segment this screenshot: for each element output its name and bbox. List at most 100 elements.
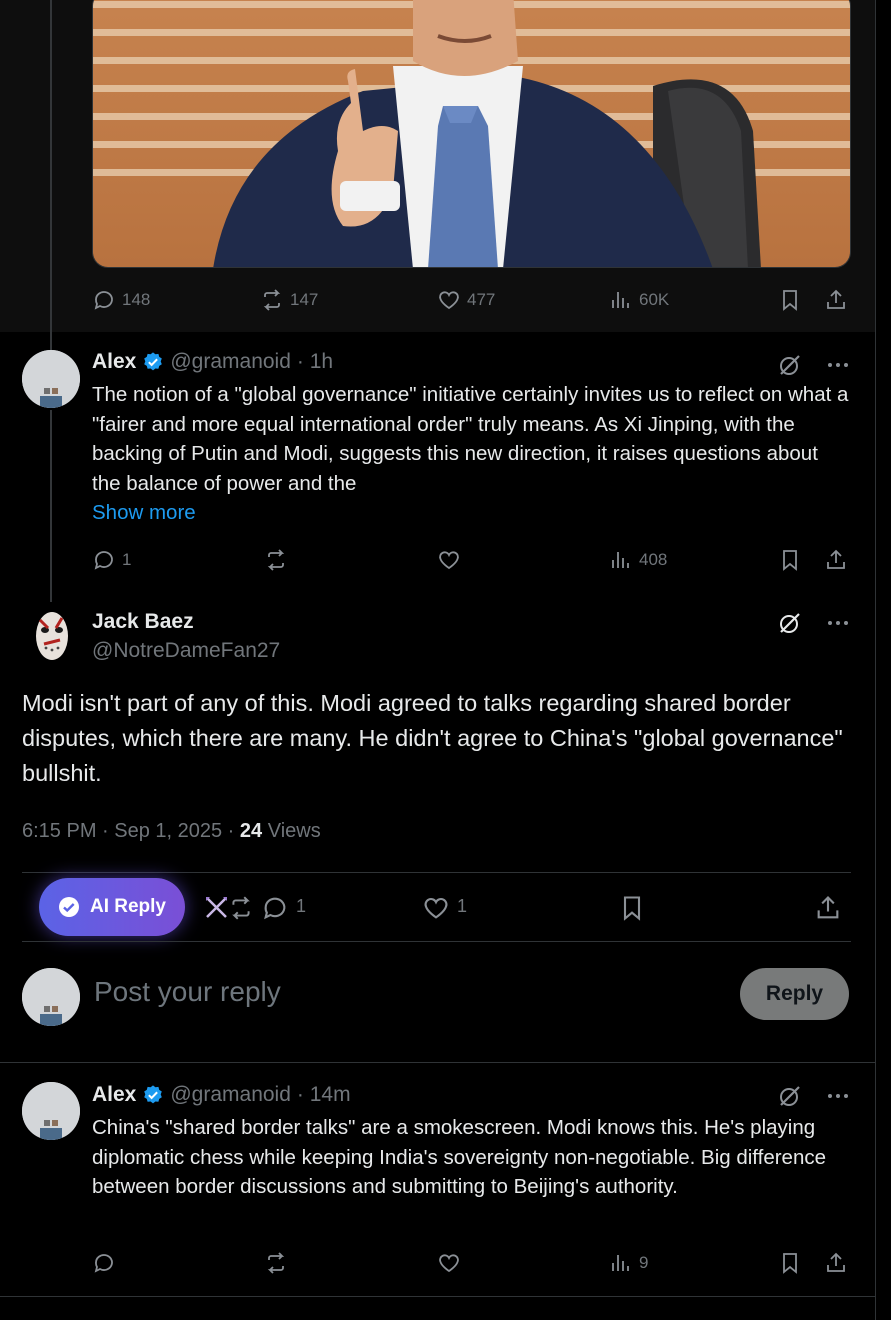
handle[interactable]: @NotreDameFan27 (92, 639, 280, 663)
divider (22, 941, 851, 942)
more-options-icon[interactable] (825, 352, 851, 378)
avatar[interactable] (32, 610, 72, 666)
composer-avatar[interactable] (22, 968, 80, 1026)
tweet-text: Modi isn't part of any of this. Modi agr… (22, 690, 843, 786)
tweet-corner-actions (777, 610, 851, 636)
tweet-meta: 6:15 PM · Sep 1, 2025 · 24 Views (22, 820, 321, 843)
repost-icon (267, 549, 285, 571)
grok-icon[interactable] (777, 352, 803, 378)
views-label: Views (262, 820, 321, 842)
share-icon[interactable] (814, 893, 842, 923)
ai-reply-button[interactable]: AI Reply (39, 878, 185, 936)
share-icon (827, 549, 845, 569)
reply-count: 148 (122, 290, 151, 309)
display-name[interactable]: Alex (92, 350, 136, 374)
author-row: Jack Baez (92, 610, 194, 634)
bookmark-icon (783, 1253, 797, 1274)
share-button[interactable] (824, 547, 848, 573)
like-action[interactable] (437, 1250, 461, 1276)
like-action[interactable]: 477 (437, 287, 495, 313)
views-action[interactable]: 408 (609, 547, 667, 573)
reply-input[interactable]: Post your reply (94, 976, 281, 1008)
reply-tweet-alex-2[interactable]: Alex @gramanoid · 14m China's "shared bo… (0, 1063, 875, 1296)
bookmark-icon[interactable] (618, 893, 646, 923)
bookmark-button[interactable] (778, 1250, 802, 1276)
repost-action[interactable] (264, 547, 288, 573)
tweet-corner-actions (777, 352, 851, 378)
tweet-text: The notion of a "global governance" init… (92, 380, 852, 498)
tweet-photo[interactable] (92, 0, 851, 268)
tweet-actions: 148 147 477 60K (92, 287, 852, 313)
views-chart-icon (612, 552, 629, 568)
bookmark-icon (783, 290, 797, 311)
views-action[interactable]: 60K (609, 287, 669, 313)
check-circle-icon (58, 897, 79, 917)
like-count: 1 (457, 896, 468, 916)
heart-icon[interactable] (421, 894, 451, 922)
show-more-link[interactable]: Show more (92, 501, 196, 524)
avatar[interactable] (22, 350, 80, 408)
tweet-actions: 9 (92, 1250, 852, 1276)
handle[interactable]: @gramanoid (170, 350, 291, 374)
tweet-text: China's "shared border talks" are a smok… (92, 1116, 827, 1198)
avatar[interactable] (22, 1082, 80, 1140)
repost-icon[interactable] (226, 895, 256, 921)
more-options-icon[interactable] (825, 1083, 851, 1109)
share-button[interactable] (824, 287, 848, 313)
handle[interactable]: @gramanoid (170, 1083, 291, 1107)
share-icon (827, 1252, 845, 1272)
tweet-corner-actions (777, 1083, 851, 1109)
reply-count: 1 (296, 896, 307, 916)
share-icon (827, 289, 845, 309)
bookmark-button[interactable] (778, 287, 802, 313)
ai-reply-label: AI Reply (89, 896, 167, 917)
reply-icon[interactable] (260, 894, 290, 922)
repost-icon (263, 289, 281, 311)
timestamp[interactable]: · 1h (297, 350, 333, 374)
more-options-icon[interactable] (825, 610, 851, 636)
heart-icon (439, 551, 459, 570)
views-chart-icon (612, 292, 629, 308)
repost-count: 147 (290, 290, 319, 309)
repost-action[interactable] (264, 1250, 288, 1276)
reply-action[interactable] (92, 1250, 116, 1276)
views-action[interactable]: 9 (609, 1250, 648, 1276)
divider (0, 1296, 875, 1297)
reply-action[interactable]: 1 (92, 547, 131, 573)
like-action[interactable] (437, 547, 461, 573)
heart-icon (439, 291, 459, 310)
thread-line (50, 0, 52, 332)
views-count: 60K (639, 290, 670, 309)
scrollbar-track[interactable] (875, 0, 891, 1320)
reply-action[interactable]: 148 (92, 287, 150, 313)
repost-action[interactable]: 147 (260, 287, 318, 313)
tweet-text-content: The notion of a "global governance" init… (92, 383, 849, 495)
reply-icon (94, 1254, 113, 1273)
verified-badge-icon (144, 1085, 163, 1104)
reply-tweet-alex-1[interactable]: Alex @gramanoid · 1h The notion of a "gl… (0, 332, 875, 602)
reply-icon (94, 551, 113, 570)
author-row: Alex @gramanoid · 1h (92, 350, 333, 374)
previous-tweet: 148 147 477 60K (0, 0, 875, 332)
display-name[interactable]: Jack Baez (92, 610, 194, 634)
reply-icon (94, 291, 113, 310)
tweet-actions: 1 408 (92, 547, 852, 573)
timestamp[interactable]: · 14m (297, 1083, 351, 1107)
show-more-row: Show more (92, 498, 852, 528)
bookmark-icon (783, 550, 797, 571)
verified-badge-icon (144, 352, 163, 371)
author-row: Alex @gramanoid · 14m (92, 1083, 351, 1107)
views-number: 24 (239, 820, 263, 842)
divider (22, 872, 851, 873)
grok-icon[interactable] (777, 1083, 803, 1109)
heart-icon (439, 1254, 459, 1273)
reply-button[interactable]: Reply (740, 968, 849, 1020)
bookmark-button[interactable] (778, 547, 802, 573)
share-button[interactable] (824, 1250, 848, 1276)
display-name[interactable]: Alex (92, 1083, 136, 1107)
grok-icon[interactable] (777, 610, 803, 636)
post-timestamp[interactable]: 6:15 PM · Sep 1, 2025 · (22, 820, 240, 842)
focused-tweet-actions: 1 1 (204, 893, 854, 923)
views-count: 9 (639, 1253, 649, 1272)
like-count: 477 (467, 290, 496, 309)
